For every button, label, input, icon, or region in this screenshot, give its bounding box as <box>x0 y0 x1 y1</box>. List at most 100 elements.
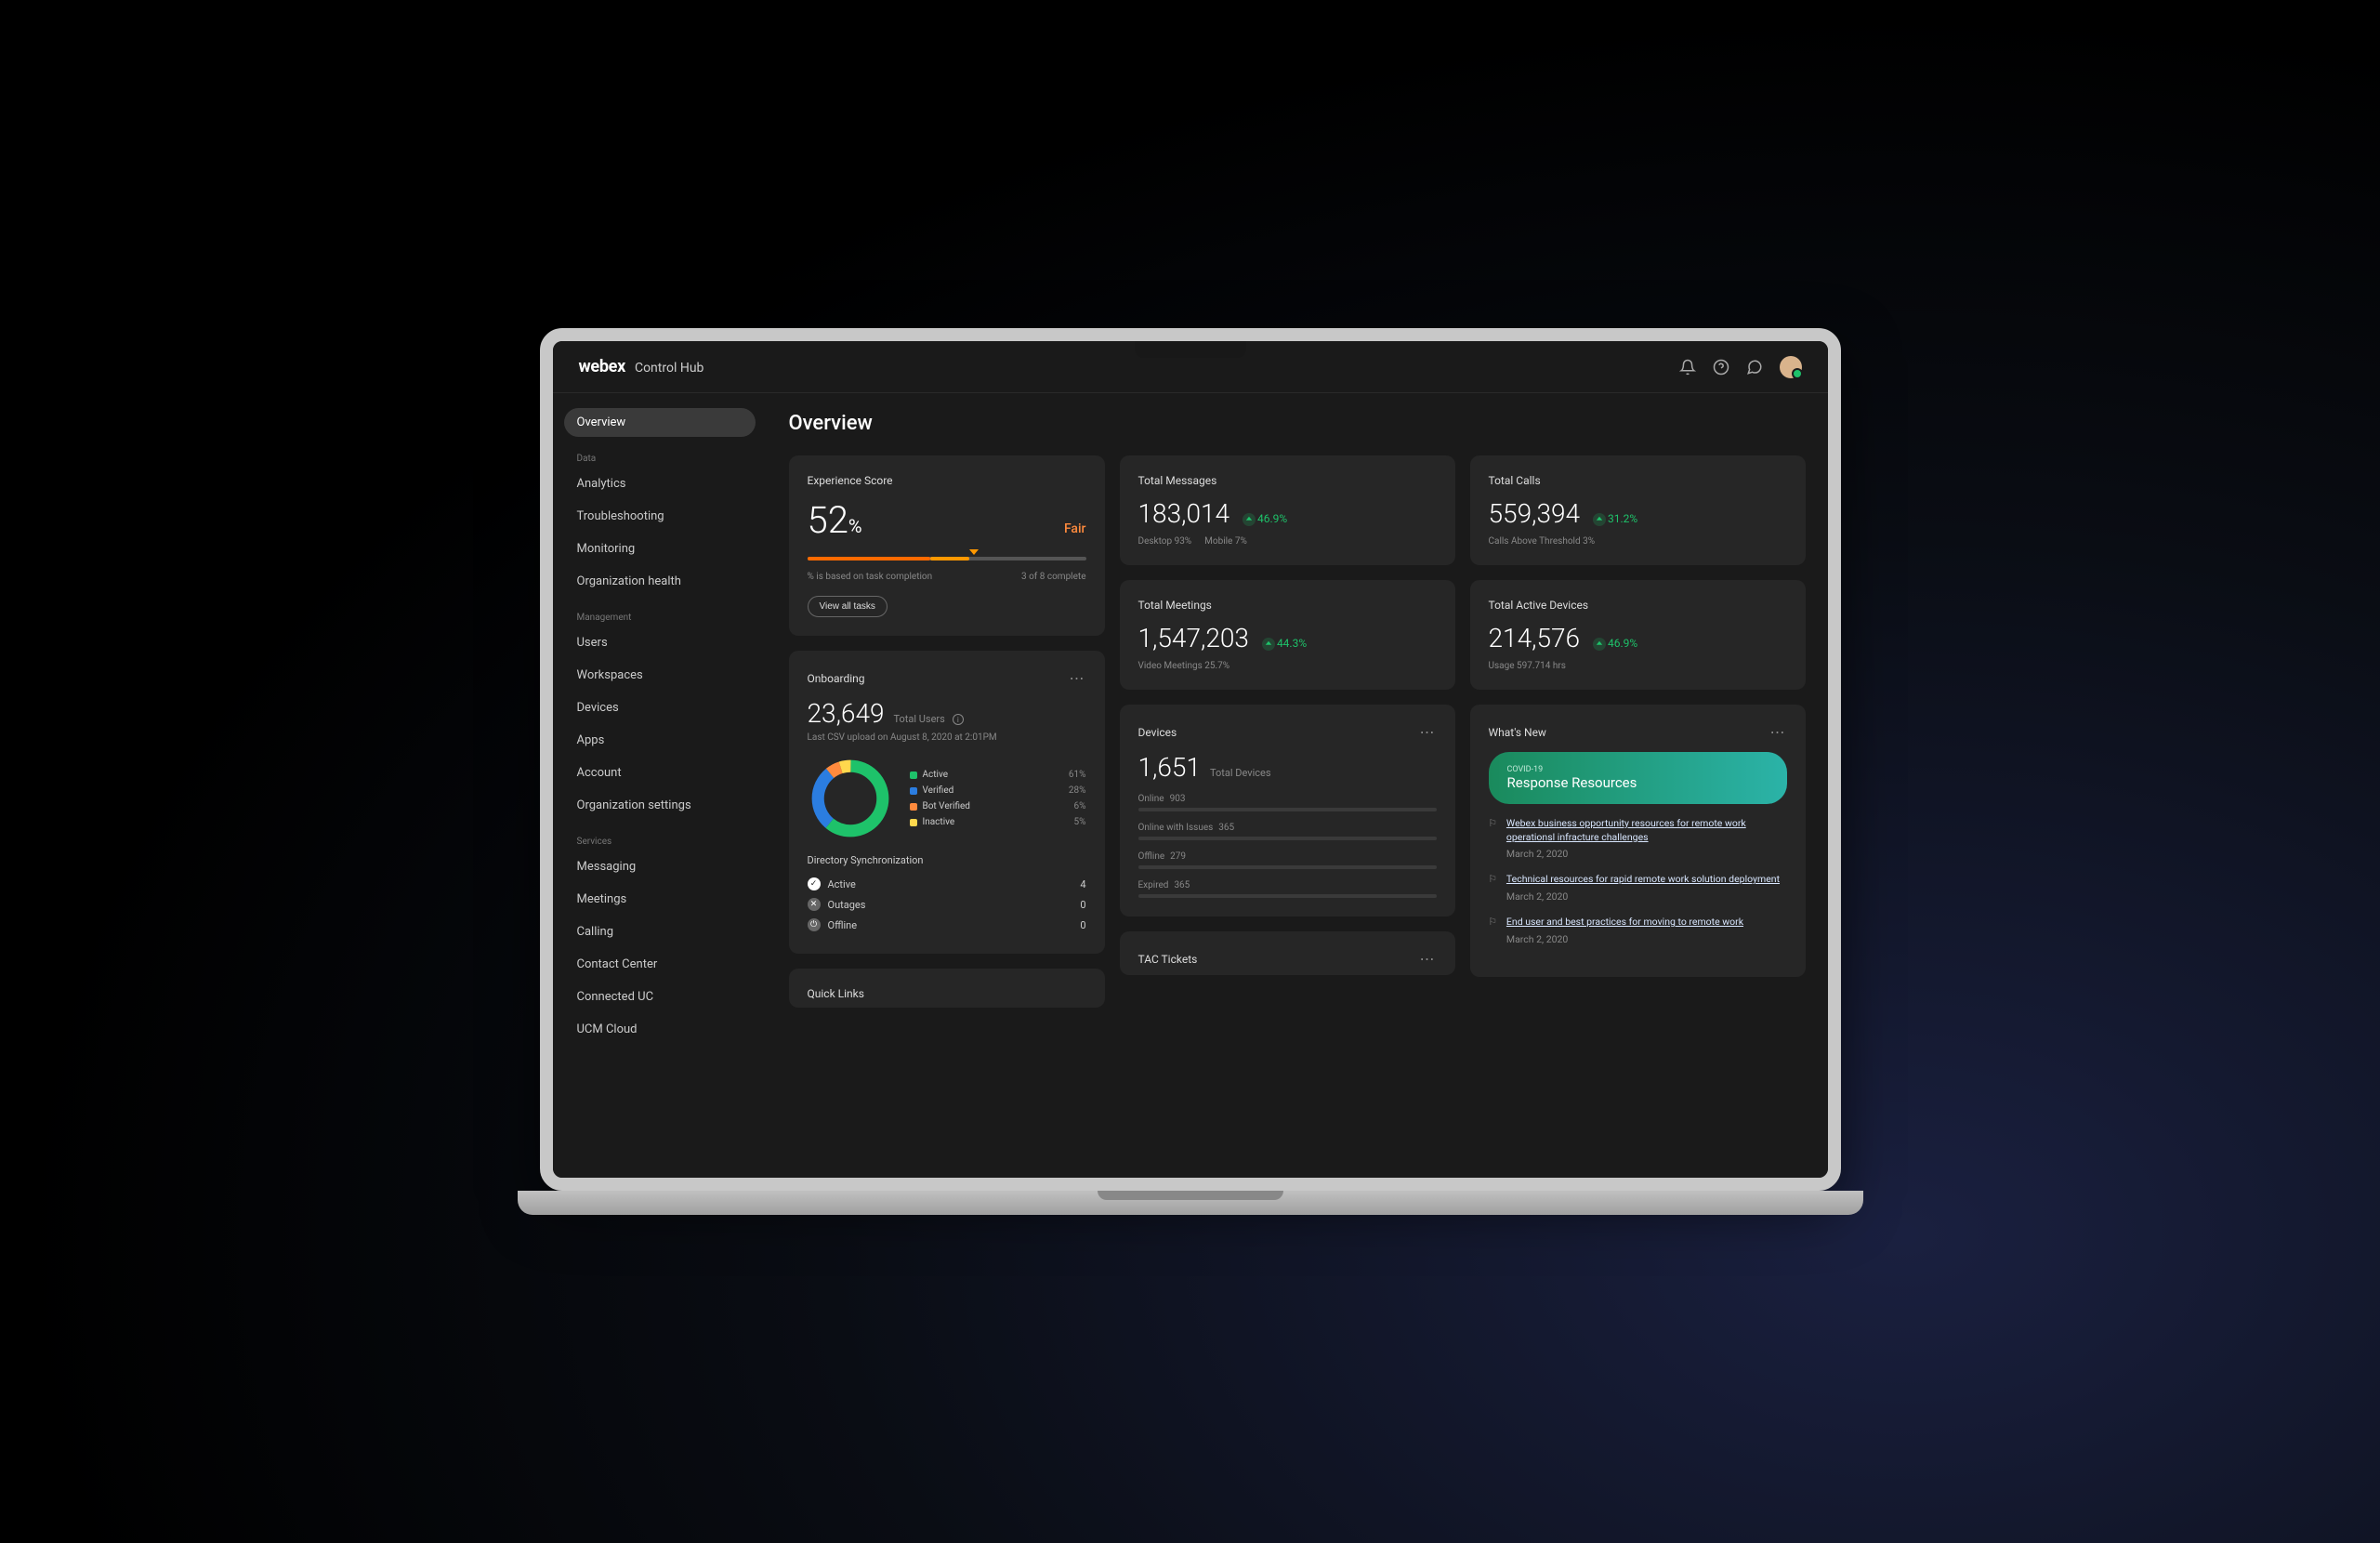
card-title: Onboarding <box>808 672 865 685</box>
brand-logo: webex <box>579 357 625 376</box>
device-status-row: Online903 <box>1138 794 1437 811</box>
devices-card: Devices ⋯ 1,651 Total Devices Online903 O… <box>1120 705 1455 917</box>
bell-icon[interactable] <box>1679 359 1696 376</box>
onboarding-donut-chart <box>808 756 893 841</box>
more-icon[interactable]: ⋯ <box>1420 950 1437 968</box>
experience-score-card: Experience Score 52% Fair <box>789 455 1105 636</box>
sidebar-item-ucm-cloud[interactable]: UCM Cloud <box>564 1015 756 1044</box>
experience-rating: Fair <box>1064 521 1086 536</box>
whats-new-item: ⚐ Webex business opportunity resources fo… <box>1489 817 1787 860</box>
brand-subtitle: Control Hub <box>635 361 703 376</box>
whats-new-item: ⚐ End user and best practices for moving … <box>1489 916 1787 945</box>
dir-row: ⏻Offline0 <box>808 915 1086 935</box>
devices-label: Total Devices <box>1210 767 1271 779</box>
avatar[interactable] <box>1780 356 1802 378</box>
tac-tickets-card: TAC Tickets ⋯ <box>1120 931 1455 975</box>
directory-sync-title: Directory Synchronization <box>808 854 1086 866</box>
sidebar-section-label: Management <box>553 600 767 628</box>
help-icon[interactable] <box>1713 359 1729 376</box>
sidebar-item-organization-health[interactable]: Organization health <box>564 567 756 596</box>
stat-sub: Usage 597.714 hrs <box>1489 661 1566 671</box>
whats-new-date: March 2, 2020 <box>1506 890 1780 903</box>
stat-value: 1,547,203 <box>1138 623 1249 653</box>
card-title: Total Active Devices <box>1489 599 1787 612</box>
arrow-up-icon <box>1262 638 1275 651</box>
legend-row: Bot Verified6% <box>910 798 1086 814</box>
sidebar-item-monitoring[interactable]: Monitoring <box>564 534 756 563</box>
sidebar-item-account[interactable]: Account <box>564 758 756 787</box>
card-title: Quick Links <box>808 987 1086 1000</box>
more-icon[interactable]: ⋯ <box>1420 723 1437 741</box>
sidebar-item-workspaces[interactable]: Workspaces <box>564 661 756 690</box>
sidebar-item-apps[interactable]: Apps <box>564 726 756 755</box>
view-all-tasks-button[interactable]: View all tasks <box>808 596 888 617</box>
growth-pct: 31.2% <box>1608 512 1637 525</box>
quick-links-card: Quick Links <box>789 969 1105 1008</box>
flag-icon: ⚐ <box>1489 916 1497 945</box>
total-messages-card: Total Messages 183,014 46.9% Desktop 93%… <box>1120 455 1455 565</box>
onboarding-label: Total Users <box>894 713 945 725</box>
total-meetings-card: Total Meetings 1,547,203 44.3% Video Mee… <box>1120 580 1455 690</box>
more-icon[interactable]: ⋯ <box>1070 669 1086 687</box>
whats-new-card: What's New ⋯ COVID-19 Response Resources… <box>1470 705 1806 977</box>
sidebar-item-troubleshooting[interactable]: Troubleshooting <box>564 502 756 531</box>
more-icon[interactable]: ⋯ <box>1770 723 1787 741</box>
sidebar-item-devices[interactable]: Devices <box>564 693 756 722</box>
devices-value: 1,651 <box>1138 752 1202 783</box>
total-calls-card: Total Calls 559,394 31.2% Calls Above Th… <box>1470 455 1806 565</box>
sidebar: OverviewDataAnalyticsTroubleshootingMoni… <box>553 393 767 1178</box>
chat-icon[interactable] <box>1746 359 1763 376</box>
growth-pct: 46.9% <box>1608 637 1637 650</box>
card-title: TAC Tickets <box>1138 953 1198 966</box>
device-status-row: Online with Issues365 <box>1138 823 1437 840</box>
onboarding-card: Onboarding ⋯ 23,649 Total Users i Last C… <box>789 651 1105 954</box>
arrow-up-icon <box>1593 513 1606 526</box>
sidebar-item-contact-center[interactable]: Contact Center <box>564 950 756 979</box>
sidebar-section-label: Services <box>553 824 767 852</box>
growth-pct: 44.3% <box>1277 637 1307 650</box>
covid-banner[interactable]: COVID-19 Response Resources <box>1489 752 1787 804</box>
banner-eyebrow: COVID-19 <box>1507 765 1769 774</box>
sidebar-item-overview[interactable]: Overview <box>564 408 756 437</box>
flag-icon: ⚐ <box>1489 817 1497 860</box>
device-status-row: Expired365 <box>1138 880 1437 898</box>
card-title: Total Calls <box>1489 474 1787 487</box>
growth-pct: 46.9% <box>1257 512 1287 525</box>
arrow-up-icon <box>1243 513 1256 526</box>
sidebar-item-organization-settings[interactable]: Organization settings <box>564 791 756 820</box>
experience-bar <box>808 557 1086 562</box>
card-title: What's New <box>1489 726 1546 739</box>
sidebar-item-meetings[interactable]: Meetings <box>564 885 756 914</box>
sidebar-item-users[interactable]: Users <box>564 628 756 657</box>
experience-unit: % <box>848 515 862 537</box>
experience-note-right: 3 of 8 complete <box>1021 572 1086 582</box>
whats-new-date: March 2, 2020 <box>1506 848 1787 860</box>
stat-sub: Desktop 93% <box>1138 536 1192 547</box>
stat-value: 183,014 <box>1138 498 1230 529</box>
sidebar-item-messaging[interactable]: Messaging <box>564 852 756 881</box>
device-status-row: Offline279 <box>1138 851 1437 869</box>
sidebar-item-connected-uc[interactable]: Connected UC <box>564 983 756 1011</box>
info-icon[interactable]: i <box>953 714 964 725</box>
experience-value: 52 <box>808 498 848 542</box>
dir-row: ✕Outages0 <box>808 894 1086 915</box>
experience-note-left: % is based on task completion <box>808 572 933 582</box>
stat-value: 214,576 <box>1489 623 1581 653</box>
card-title: Total Meetings <box>1138 599 1437 612</box>
card-title: Devices <box>1138 726 1177 739</box>
whats-new-link[interactable]: Technical resources for rapid remote wor… <box>1506 873 1780 887</box>
onboarding-value: 23,649 <box>808 698 885 729</box>
legend-row: Verified28% <box>910 783 1086 798</box>
page-title: Overview <box>789 412 1806 435</box>
total-devices-card: Total Active Devices 214,576 46.9% Usage… <box>1470 580 1806 690</box>
whats-new-link[interactable]: End user and best practices for moving t… <box>1506 916 1743 930</box>
whats-new-link[interactable]: Webex business opportunity resources for… <box>1506 817 1787 844</box>
sidebar-item-analytics[interactable]: Analytics <box>564 469 756 498</box>
whats-new-item: ⚐ Technical resources for rapid remote wo… <box>1489 873 1787 903</box>
dir-row: ✓Active4 <box>808 874 1086 894</box>
stat-value: 559,394 <box>1489 498 1581 529</box>
sidebar-item-calling[interactable]: Calling <box>564 917 756 946</box>
whats-new-date: March 2, 2020 <box>1506 933 1743 945</box>
flag-icon: ⚐ <box>1489 873 1497 903</box>
card-title: Total Messages <box>1138 474 1437 487</box>
